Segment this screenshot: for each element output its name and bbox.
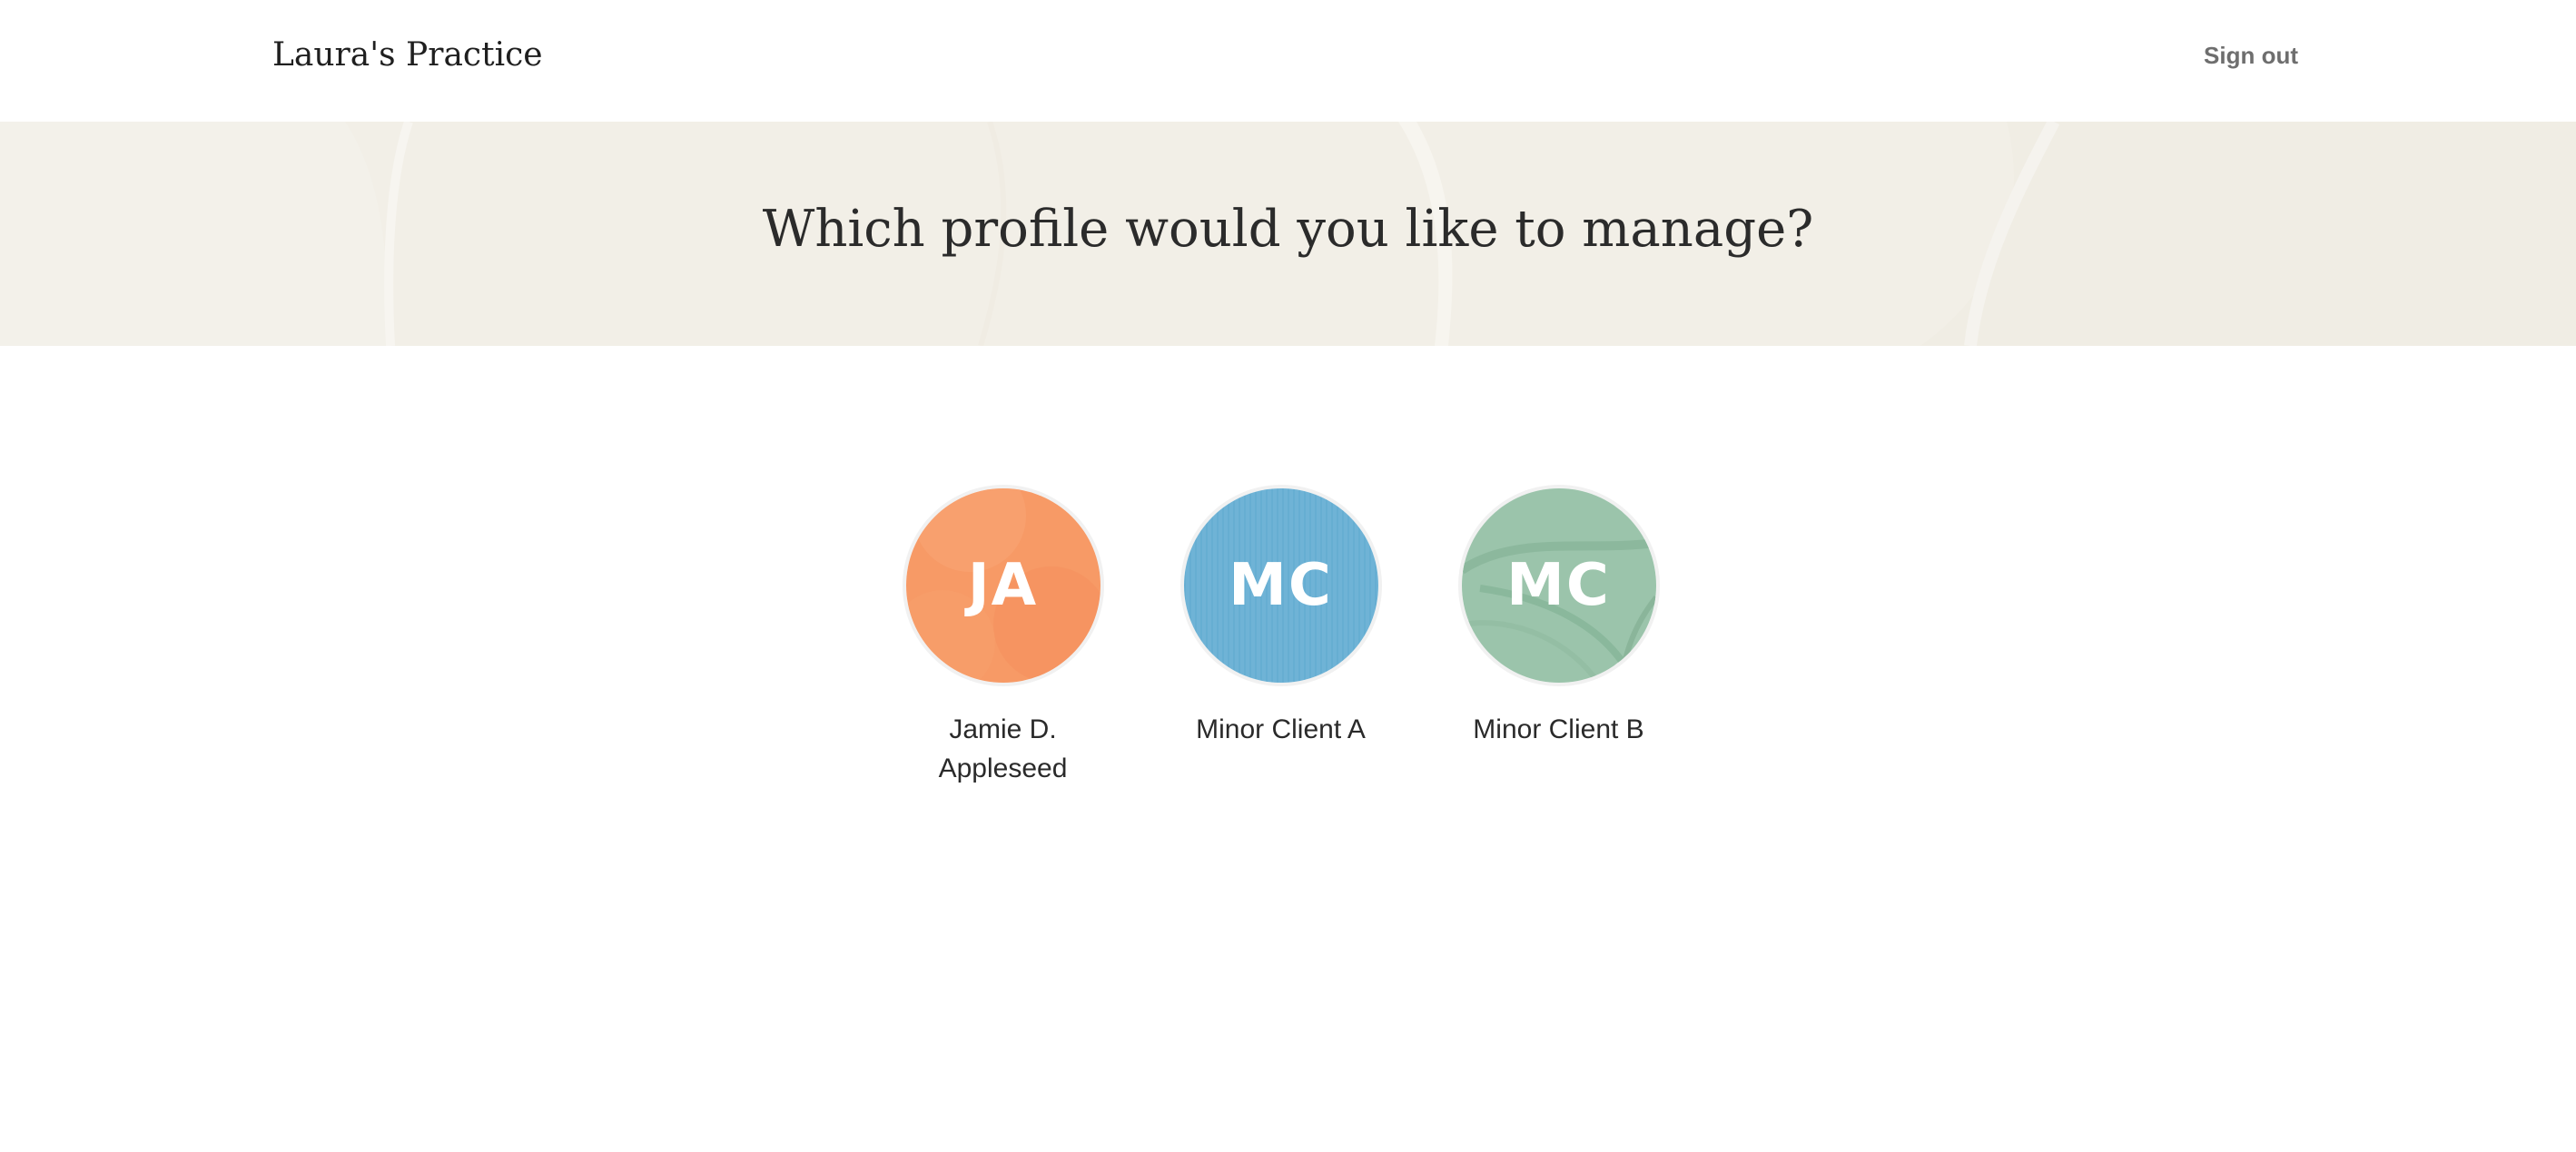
hero-banner: Which profile would you like to manage? bbox=[0, 122, 2576, 346]
avatar-jamie[interactable]: JA bbox=[905, 488, 1100, 683]
profile-card-jamie[interactable]: JA Jamie D. Appleseed bbox=[886, 488, 1120, 788]
avatar-minor-client-a[interactable]: MC bbox=[1183, 488, 1378, 683]
profile-card-minor-client-b[interactable]: MC Minor Client B bbox=[1442, 488, 1676, 788]
profile-name[interactable]: Minor Client B bbox=[1450, 710, 1668, 749]
profile-card-minor-client-a[interactable]: MC Minor Client A bbox=[1164, 488, 1398, 788]
avatar-initials: MC bbox=[1506, 552, 1611, 619]
profile-name[interactable]: Minor Client A bbox=[1172, 710, 1390, 749]
page-title: Which profile would you like to manage? bbox=[762, 200, 1814, 259]
sign-out-link[interactable]: Sign out bbox=[2204, 42, 2298, 70]
practice-name: Laura's Practice bbox=[272, 36, 543, 74]
profile-list: JA Jamie D. Appleseed MC Minor Client A bbox=[0, 488, 2576, 788]
avatar-minor-client-b[interactable]: MC bbox=[1461, 488, 1656, 683]
avatar-initials: JA bbox=[967, 552, 1039, 619]
profile-name[interactable]: Jamie D. Appleseed bbox=[894, 710, 1112, 788]
avatar-initials: MC bbox=[1229, 552, 1333, 619]
top-bar: Laura's Practice Sign out bbox=[0, 0, 2576, 122]
